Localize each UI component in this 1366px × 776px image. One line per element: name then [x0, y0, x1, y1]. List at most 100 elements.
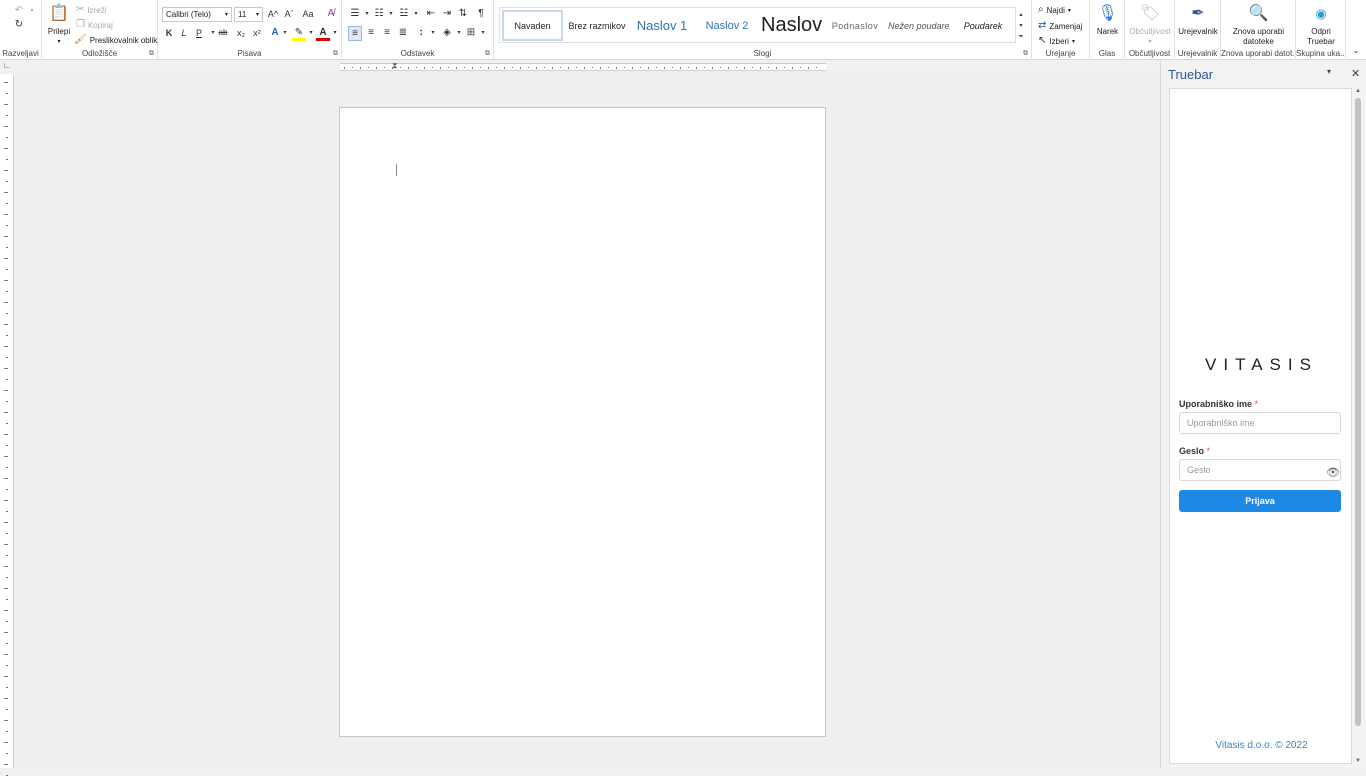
- ruler-tick: [6, 269, 8, 270]
- show-password-eye-icon[interactable]: 👁: [1326, 466, 1340, 479]
- chevron-down-icon[interactable]: ▾: [409, 7, 423, 22]
- close-icon[interactable]: ✕: [1351, 67, 1360, 80]
- ruler-tick: [4, 126, 8, 127]
- bold-button[interactable]: K: [162, 26, 176, 41]
- ruler-tick: [4, 544, 8, 545]
- italic-button[interactable]: L: [177, 26, 191, 41]
- ruler-tick: [344, 67, 345, 69]
- scroll-down-icon[interactable]: ▼: [1354, 758, 1362, 764]
- grow-font-button[interactable]: A^: [266, 7, 280, 22]
- underline-button[interactable]: P: [192, 26, 206, 41]
- open-truebar-button[interactable]: ◉ Odpri Truebar: [1298, 4, 1344, 47]
- increase-indent-icon[interactable]: ⇥: [440, 7, 454, 22]
- sort-icon[interactable]: ⇅: [456, 7, 470, 22]
- sensitivity-group: 🏷 Občutljivost ▾ Občutljivost: [1125, 0, 1175, 60]
- editor-group-label: Urejevalnik: [1177, 49, 1218, 58]
- indent-marker-icon[interactable]: ⧗: [392, 61, 398, 71]
- ruler-tick: [720, 67, 721, 68]
- ruler-tick: [4, 368, 8, 369]
- format-painter-button[interactable]: 🖌 Preslikovalnik oblik: [74, 35, 157, 45]
- style-normal[interactable]: Navaden: [502, 10, 563, 41]
- sensitivity-label: Občutljivost: [1129, 27, 1171, 36]
- style-heading-2[interactable]: Naslov 2: [696, 10, 758, 41]
- chevron-down-icon[interactable]: ▾: [384, 7, 398, 22]
- decrease-indent-icon[interactable]: ⇤: [424, 7, 438, 22]
- styles-gallery: Navaden Brez razmikov Naslov 1 Naslov 2 …: [499, 7, 1016, 43]
- cut-button[interactable]: ✂ Izreži: [76, 5, 107, 15]
- style-emphasis[interactable]: Poudarek: [953, 10, 1013, 41]
- font-color-dropdown-icon[interactable]: ▾: [328, 26, 342, 41]
- dictate-button[interactable]: 🎙 Narek: [1092, 4, 1123, 37]
- replace-button[interactable]: ⇄ Zamenjaj: [1038, 21, 1082, 31]
- cut-label: Izreži: [87, 5, 107, 15]
- format-painter-label: Preslikovalnik oblik: [89, 35, 158, 45]
- style-subtle-emphasis[interactable]: Nežen poudarek: [888, 10, 950, 41]
- ruler-tick: [680, 67, 681, 69]
- style-heading-1[interactable]: Naslov 1: [631, 10, 693, 41]
- reuse-files-button[interactable]: 🔍 Znova uporabi datoteke: [1223, 4, 1294, 47]
- style-subtitle[interactable]: Podnaslov: [826, 10, 884, 41]
- chevron-down-icon[interactable]: ▾: [476, 26, 490, 41]
- reuse-files-group-label: Znova uporabi datot...: [1221, 49, 1295, 58]
- styles-launcher-icon[interactable]: ⧉: [1023, 50, 1028, 58]
- ruler-tick: [432, 67, 433, 68]
- collapse-ribbon-icon[interactable]: ⌄: [1349, 44, 1363, 59]
- style-title[interactable]: Naslov: [761, 10, 823, 41]
- clear-formatting-icon[interactable]: A̸: [324, 7, 338, 22]
- superscript-button[interactable]: x²: [250, 26, 264, 41]
- password-input[interactable]: [1179, 459, 1341, 481]
- font-family-select[interactable]: Calibri (Telo) ▾: [162, 7, 232, 22]
- open-truebar-label-2: Truebar: [1307, 37, 1335, 46]
- document-page[interactable]: [339, 107, 826, 737]
- redo-icon[interactable]: ↻: [12, 18, 26, 33]
- change-case-button[interactable]: Aa: [299, 7, 317, 22]
- paste-label: Prilepi: [47, 27, 71, 36]
- ruler-tick: [4, 610, 8, 611]
- scroll-thumb[interactable]: [1355, 98, 1361, 726]
- font-launcher-icon[interactable]: ⧉: [333, 50, 338, 58]
- shrink-font-button[interactable]: Aˇ: [282, 7, 296, 22]
- text-effects-dropdown-icon[interactable]: ▾: [278, 26, 292, 41]
- brush-icon: 🖌: [74, 34, 87, 45]
- undo-group: ↶ ▾ ↻ Razveljavi: [0, 0, 42, 60]
- font-size-select[interactable]: 11 ▾: [234, 7, 263, 22]
- login-button[interactable]: Prijava: [1179, 490, 1341, 512]
- align-left-icon[interactable]: ≡: [348, 26, 362, 41]
- ruler-tick: [568, 67, 569, 69]
- scroll-up-icon[interactable]: ▲: [1354, 88, 1362, 94]
- voice-group: 🎙 Narek Glas: [1090, 0, 1125, 60]
- ruler-tick: [6, 423, 8, 424]
- chevron-down-icon[interactable]: ▾: [426, 26, 440, 41]
- sensitivity-button[interactable]: 🏷 Občutljivost ▾: [1127, 4, 1173, 47]
- ruler-tick: [4, 456, 8, 457]
- tab-selector-icon[interactable]: ∟: [3, 61, 11, 70]
- undo-dropdown-icon[interactable]: ▾: [25, 4, 39, 19]
- clipboard-launcher-icon[interactable]: ⧉: [149, 50, 154, 58]
- find-button[interactable]: ⌕ Najdi ▾: [1038, 5, 1071, 15]
- ruler-tick: [4, 412, 8, 413]
- ruler-tick: [752, 67, 753, 68]
- paste-button[interactable]: 📋 Prilepi ▾: [46, 4, 72, 47]
- styles-more-icon[interactable]: ⏷: [1016, 30, 1026, 45]
- editor-label: Urejevalnik: [1178, 27, 1218, 36]
- strikethrough-button[interactable]: ab: [216, 26, 230, 41]
- pilcrow-icon[interactable]: ¶: [474, 7, 488, 22]
- paragraph-launcher-icon[interactable]: ⧉: [485, 50, 490, 58]
- editor-button[interactable]: ✒ Urejevalnik: [1177, 4, 1219, 37]
- undo-icon[interactable]: ↶: [12, 4, 26, 19]
- ruler-tick: [6, 401, 8, 402]
- ruler-tick: [6, 621, 8, 622]
- ruler-tick: [792, 67, 793, 69]
- subscript-button[interactable]: x₂: [234, 26, 248, 41]
- pane-scrollbar[interactable]: ▲ ▼: [1354, 88, 1362, 764]
- justify-icon[interactable]: ≣: [396, 26, 410, 41]
- align-right-icon[interactable]: ≡: [380, 26, 394, 41]
- username-input[interactable]: [1179, 412, 1341, 434]
- select-button[interactable]: ↖ Izberi ▾: [1038, 36, 1075, 46]
- pane-options-icon[interactable]: ▾: [1327, 67, 1331, 76]
- ruler-track[interactable]: [340, 63, 826, 71]
- align-center-icon[interactable]: ≡: [364, 26, 378, 41]
- style-no-spacing[interactable]: Brez razmikov: [566, 10, 628, 41]
- copy-button[interactable]: ❐ Kopiraj: [76, 20, 113, 30]
- ruler-tick: [440, 67, 441, 69]
